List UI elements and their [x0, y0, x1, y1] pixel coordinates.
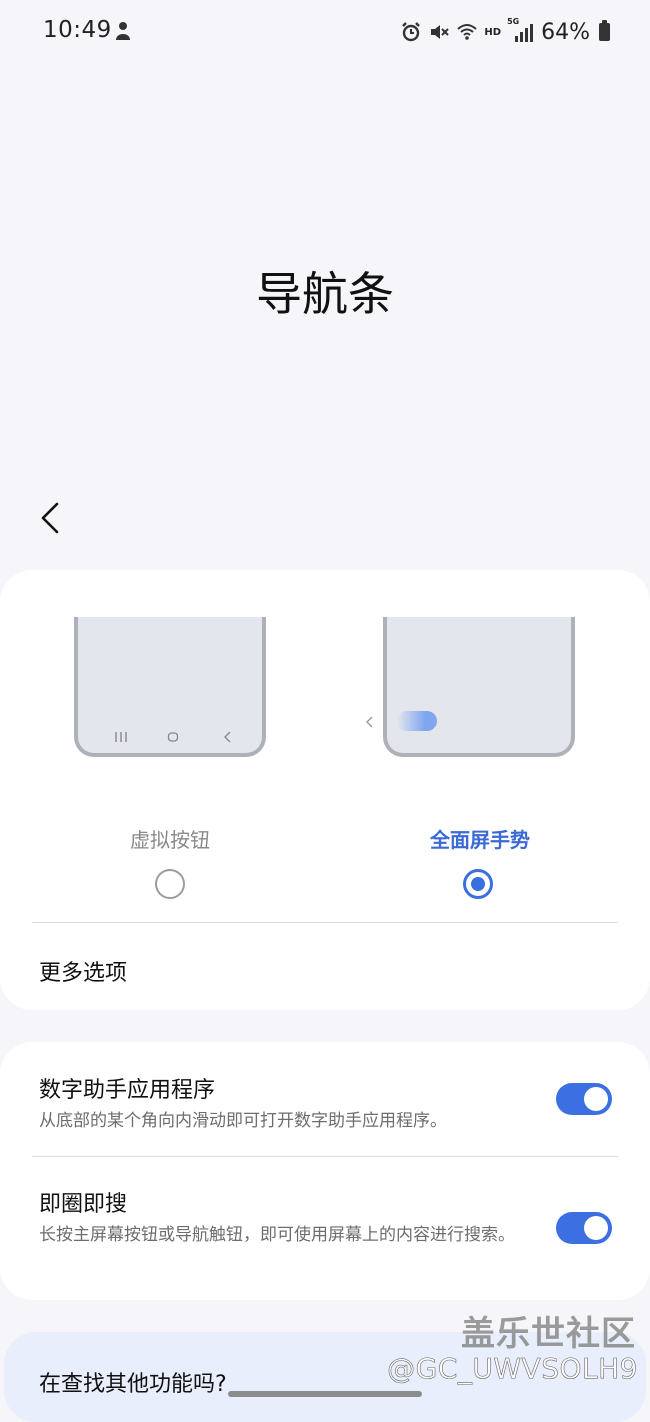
radio-buttons[interactable]: [155, 869, 185, 899]
home-indicator[interactable]: [228, 1391, 422, 1397]
signal-icon: 5G: [507, 17, 534, 43]
digital-assistant-subtitle: 从底部的某个角向内滑动即可打开数字助手应用程序。: [39, 1111, 447, 1131]
digital-assistant-toggle[interactable]: [556, 1083, 612, 1115]
digital-assistant-title[interactable]: 数字助手应用程序: [39, 1072, 215, 1104]
option-buttons-label[interactable]: 虚拟按钮: [70, 824, 270, 853]
radio-gestures[interactable]: [463, 869, 493, 899]
divider: [32, 1156, 618, 1157]
alarm-icon: [402, 22, 421, 42]
gesture-settings-card: 数字助手应用程序 从底部的某个角向内滑动即可打开数字助手应用程序。 即圈即搜 长…: [0, 1042, 650, 1300]
back-button[interactable]: [28, 496, 72, 540]
divider: [32, 922, 618, 923]
buttons-preview[interactable]: [74, 617, 266, 757]
back-nav-icon: [224, 731, 231, 743]
status-time: 10:49: [43, 17, 112, 43]
battery-icon: [599, 20, 610, 41]
option-gestures-label[interactable]: 全面屏手势: [380, 824, 580, 853]
looking-for-more-title[interactable]: 在查找其他功能吗?: [39, 1366, 227, 1398]
watermark-user: @GC_UWVSOLH9: [387, 1352, 638, 1386]
gestures-preview[interactable]: [383, 617, 575, 757]
navigation-type-card: 虚拟按钮 全面屏手势 更多选项: [0, 570, 650, 1010]
hd-indicator: HD: [484, 26, 502, 38]
circle-to-search-toggle[interactable]: [556, 1212, 612, 1244]
status-icons: HD 5G 64%: [400, 17, 610, 47]
toggle-knob: [584, 1087, 608, 1111]
status-bar: 10:49 HD 5G 64%: [0, 0, 650, 64]
home-icon: [167, 732, 179, 742]
gesture-swipe-indicator: [397, 711, 437, 731]
watermark-brand: 盖乐世社区: [461, 1314, 636, 1354]
signal-bars-icon: [515, 24, 534, 42]
wifi-icon: [457, 24, 478, 40]
circle-to-search-title[interactable]: 即圈即搜: [39, 1186, 127, 1218]
mute-icon: [431, 25, 450, 39]
chevron-left-icon: [41, 502, 59, 534]
toggle-knob: [584, 1216, 608, 1240]
recents-icon: [115, 732, 127, 742]
circle-to-search-subtitle: 长按主屏幕按钮或导航触钮，即可使用屏幕上的内容进行搜索。: [39, 1225, 515, 1245]
notification-person-icon: [116, 22, 130, 40]
page-title: 导航条: [256, 267, 394, 321]
swipe-arrow-icon: [366, 716, 373, 728]
more-options-item[interactable]: 更多选项: [39, 955, 127, 987]
battery-percent: 64%: [541, 19, 590, 45]
